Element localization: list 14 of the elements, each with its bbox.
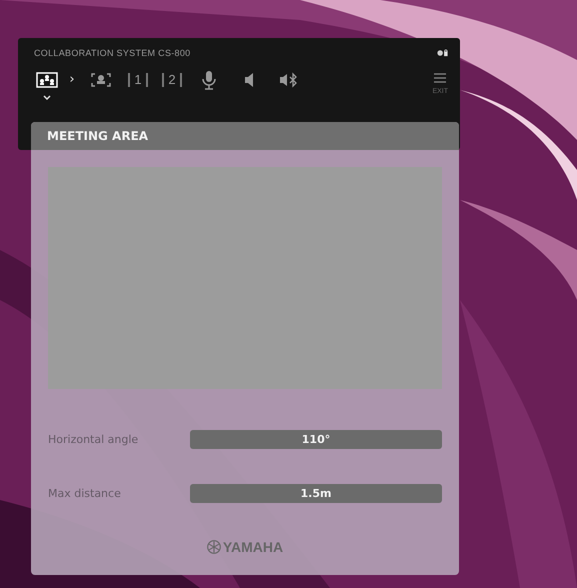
menu-icon bbox=[434, 73, 446, 83]
window-title: COLLABORATION SYSTEM CS-800 bbox=[34, 48, 190, 58]
setting-value-field[interactable]: 1.5m bbox=[190, 484, 442, 503]
setting-value-field[interactable]: 110° bbox=[190, 430, 442, 449]
meeting-mode-icon[interactable] bbox=[34, 69, 60, 91]
panel-title: MEETING AREA bbox=[31, 122, 459, 150]
setting-label: Horizontal angle bbox=[48, 433, 140, 446]
network-lock-icon bbox=[437, 49, 448, 57]
preset-button[interactable]: 1 bbox=[128, 73, 148, 87]
brand-logo: YAMAHA bbox=[222, 539, 284, 555]
setting-label: Max distance bbox=[48, 487, 122, 500]
preset-button[interactable]: 2 bbox=[162, 73, 182, 87]
chevron-down-icon[interactable] bbox=[43, 95, 51, 100]
breadcrumb-chevron: › bbox=[69, 71, 75, 89]
